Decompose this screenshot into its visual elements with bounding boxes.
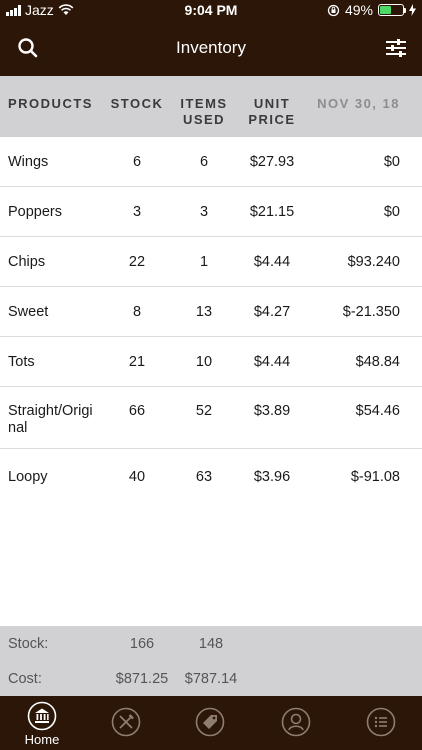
header-date[interactable]: NOV 30, 18 — [290, 96, 400, 112]
stock-value: 40 — [128, 469, 146, 485]
date-value: $54.46 — [355, 403, 400, 419]
used-value: 6 — [199, 154, 209, 170]
product-name: Chips — [8, 254, 46, 270]
sliders-icon — [386, 39, 406, 57]
product-name: Straight/Origi nal — [8, 403, 108, 437]
header-items-used-line2: USED — [182, 112, 226, 127]
orientation-lock-icon — [327, 4, 340, 16]
table-row[interactable]: Tots 21 10 $4.44 $48.84 — [0, 337, 422, 387]
stock-used-total: 148 — [198, 636, 224, 652]
used-value: 13 — [195, 304, 213, 320]
tab-bar: Home — [0, 696, 422, 750]
cost-total-label: Cost: — [8, 671, 42, 687]
table-body: Wings 6 6 $27.93 $0 Poppers 3 3 $21.15 $… — [0, 137, 422, 507]
date-value: $0 — [383, 154, 400, 170]
battery-percent: 49% — [344, 2, 373, 18]
used-value: 63 — [195, 469, 213, 485]
tab-menu[interactable] — [106, 707, 146, 747]
product-name: Poppers — [8, 204, 63, 220]
bank-icon — [27, 701, 57, 731]
product-name: Sweet — [8, 304, 49, 320]
product-name: Tots — [8, 354, 35, 370]
fork-knife-icon — [111, 707, 141, 737]
charging-icon — [409, 4, 416, 16]
tab-home[interactable]: Home — [22, 701, 62, 747]
header-stock[interactable]: STOCK — [107, 96, 167, 112]
table-row[interactable]: Loopy 40 63 $3.96 $-91.08 — [0, 449, 422, 507]
tab-list[interactable] — [361, 707, 401, 747]
filter-button[interactable] — [382, 34, 410, 62]
stock-value: 66 — [128, 403, 146, 419]
stock-total-value: 166 — [129, 636, 155, 652]
product-name-line1: Straight/Origi — [8, 403, 93, 419]
cost-used-total: $787.14 — [184, 671, 238, 687]
totals-panel: Stock: 166 148 Cost: $871.25 $787.14 — [0, 626, 422, 696]
page-title: Inventory — [176, 38, 246, 57]
product-name-line2: nal — [8, 420, 28, 436]
header-items-used[interactable]: ITEMS USED — [174, 96, 234, 128]
user-icon — [281, 707, 311, 737]
table-row[interactable]: Straight/Origi nal 66 52 $3.89 $54.46 — [0, 387, 422, 449]
stock-value: 22 — [128, 254, 146, 270]
stock-total-label: Stock: — [8, 636, 49, 652]
header-unit-price-line2: PRICE — [248, 112, 296, 127]
stock-value: 8 — [132, 304, 142, 320]
stock-value: 3 — [132, 204, 142, 220]
tag-icon — [195, 707, 225, 737]
table-row[interactable]: Poppers 3 3 $21.15 $0 — [0, 187, 422, 237]
battery-icon — [378, 4, 406, 16]
used-value: 10 — [195, 354, 213, 370]
status-bar: Jazz 9:04 PM 49% — [0, 0, 422, 20]
stock-value: 21 — [128, 354, 146, 370]
list-icon — [366, 707, 396, 737]
used-value: 3 — [199, 204, 209, 220]
used-value: 1 — [199, 254, 209, 270]
header-items-used-line1: ITEMS — [180, 96, 228, 111]
used-value: 52 — [195, 403, 213, 419]
table-row[interactable]: Sweet 8 13 $4.27 $-21.350 — [0, 287, 422, 337]
product-name: Wings — [8, 154, 49, 170]
stock-value: 6 — [132, 154, 142, 170]
tab-home-label: Home — [24, 732, 60, 747]
table-row[interactable]: Wings 6 6 $27.93 $0 — [0, 137, 422, 187]
battery-fill — [380, 6, 391, 14]
date-value: $-91.08 — [350, 469, 400, 485]
date-value: $48.84 — [355, 354, 400, 370]
nav-bar: Inventory — [0, 20, 422, 76]
date-value: $-21.350 — [342, 304, 400, 320]
header-products[interactable]: PRODUCTS — [8, 96, 108, 112]
product-name: Loopy — [8, 469, 48, 485]
table-row[interactable]: Chips 22 1 $4.44 $93.240 — [0, 237, 422, 287]
status-right: 49% — [327, 2, 416, 18]
tab-staff[interactable] — [276, 707, 316, 747]
date-value: $0 — [383, 204, 400, 220]
table-header: PRODUCTS STOCK ITEMS USED UNIT PRICE NOV… — [0, 76, 422, 137]
tab-tags[interactable] — [190, 707, 230, 747]
date-value: $93.240 — [347, 254, 400, 270]
cost-total-value: $871.25 — [115, 671, 169, 687]
